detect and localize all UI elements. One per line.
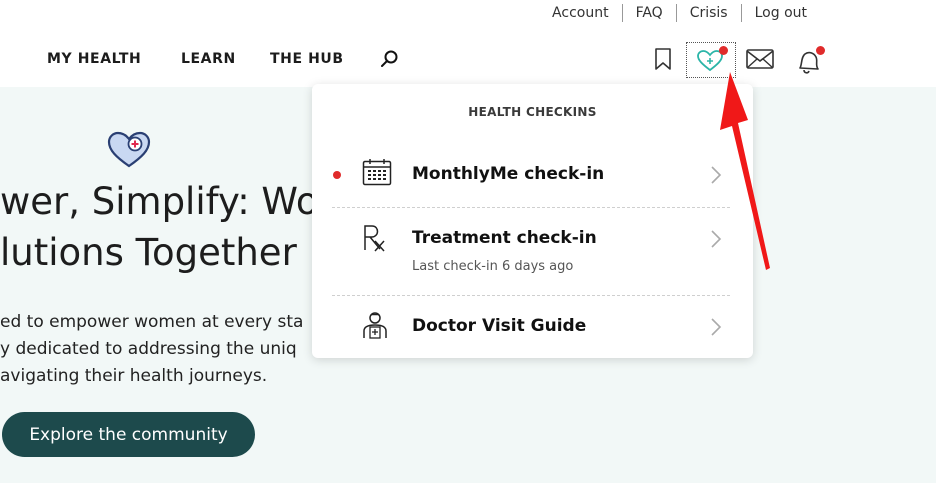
- nav-learn[interactable]: LEARN: [181, 51, 236, 67]
- crisis-link[interactable]: Crisis: [677, 4, 741, 22]
- hero-title: wer, Simplify: Wo lutions Together: [0, 180, 319, 274]
- search-icon[interactable]: [380, 49, 400, 73]
- bookmark-icon[interactable]: [654, 48, 672, 74]
- notification-dot: [719, 46, 728, 55]
- new-indicator-dot: [333, 171, 341, 179]
- menu-item-treatment[interactable]: Treatment check-in Last check-in 6 days …: [332, 222, 730, 278]
- nav-the-hub[interactable]: THE HUB: [270, 51, 344, 67]
- menu-item-label: MonthlyMe check-in: [412, 164, 605, 184]
- calendar-icon: [362, 158, 392, 190]
- chevron-right-icon: [710, 317, 722, 341]
- main-nav: MY HEALTH LEARN THE HUB: [0, 36, 936, 84]
- divider: [332, 295, 730, 296]
- divider: [332, 207, 730, 208]
- faq-link[interactable]: FAQ: [623, 4, 676, 22]
- logout-link[interactable]: Log out: [742, 4, 820, 22]
- utility-links: Account FAQ Crisis Log out: [539, 4, 820, 22]
- heart-plus-icon: [107, 131, 151, 173]
- annotation-arrow: [720, 72, 770, 270]
- menu-item-monthlyme[interactable]: MonthlyMe check-in: [332, 158, 730, 194]
- notification-dot: [816, 46, 825, 55]
- account-link[interactable]: Account: [539, 4, 622, 22]
- doctor-icon: [362, 311, 388, 343]
- hero-description: ed to empower women at every sta y dedic…: [0, 312, 304, 386]
- health-checkins-dropdown: HEALTH CHECKINS MonthlyMe check-in Treat…: [312, 84, 753, 358]
- nav-my-health[interactable]: MY HEALTH: [47, 51, 141, 67]
- bell-icon[interactable]: [794, 46, 825, 80]
- dropdown-title: HEALTH CHECKINS: [468, 105, 597, 119]
- explore-community-button[interactable]: Explore the community: [2, 412, 255, 457]
- last-checkin-text: Last check-in 6 days ago: [412, 259, 574, 274]
- menu-item-label: Treatment check-in: [412, 228, 597, 248]
- menu-item-label: Doctor Visit Guide: [412, 316, 587, 336]
- rx-icon: [362, 224, 386, 256]
- menu-item-doctor-visit[interactable]: Doctor Visit Guide: [332, 310, 730, 346]
